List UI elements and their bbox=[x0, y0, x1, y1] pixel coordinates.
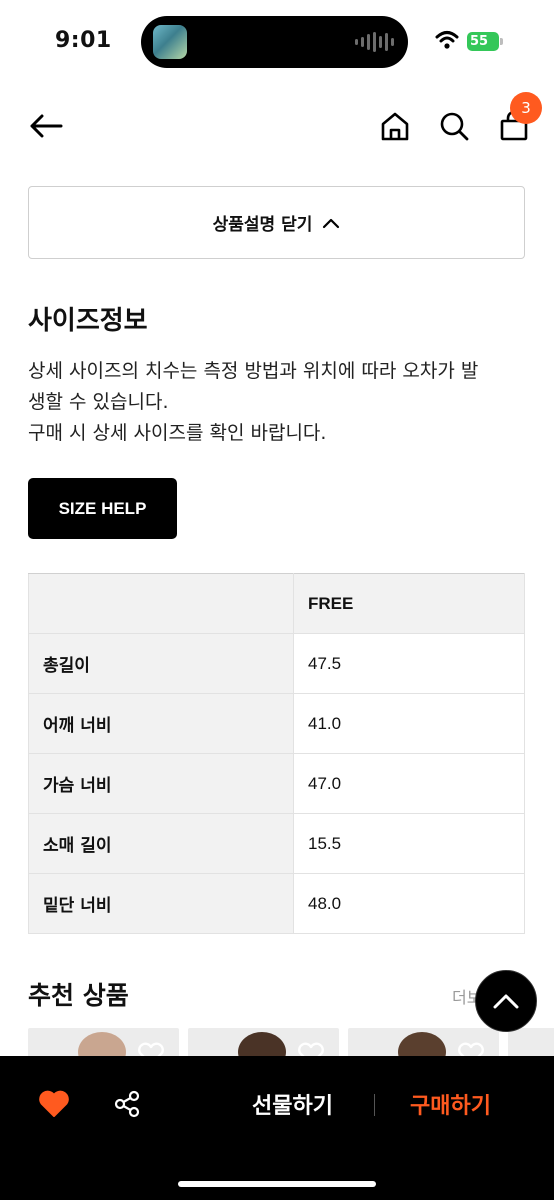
now-playing-thumbnail bbox=[153, 25, 187, 59]
scroll-to-top-button[interactable] bbox=[475, 970, 537, 1032]
collapse-description-label: 상품설명 닫기 bbox=[212, 215, 313, 235]
size-info-description-line: 구매 시 상세 사이즈를 확인 바랍니다. bbox=[28, 422, 327, 444]
table-row-value: 47.5 bbox=[293, 633, 525, 694]
chevron-up-icon bbox=[493, 994, 519, 1009]
heart-outline-icon[interactable] bbox=[137, 1042, 165, 1056]
home-icon bbox=[381, 112, 409, 141]
recommended-title: 추천 상품 bbox=[28, 981, 129, 1010]
product-card[interactable] bbox=[188, 1028, 339, 1056]
table-row: 가슴 너비 47.0 bbox=[28, 753, 525, 814]
size-info-description-line: 생할 수 있습니다. bbox=[28, 391, 169, 413]
table-row: 밑단 너비 48.0 bbox=[28, 873, 525, 934]
table-row-value: 48.0 bbox=[293, 873, 525, 934]
table-corner-cell bbox=[28, 573, 294, 634]
product-card[interactable] bbox=[348, 1028, 499, 1056]
dynamic-island[interactable] bbox=[141, 16, 408, 68]
status-time: 9:01 bbox=[55, 28, 112, 53]
table-row: 소매 길이 15.5 bbox=[28, 813, 525, 874]
cart-count-badge: 3 bbox=[510, 92, 542, 124]
home-indicator bbox=[178, 1181, 376, 1187]
table-row-label: 총길이 bbox=[28, 633, 294, 694]
table-row-value: 47.0 bbox=[293, 753, 525, 814]
table-row: 총길이 47.5 bbox=[28, 633, 525, 694]
product-image bbox=[78, 1032, 126, 1056]
table-row-label: 가슴 너비 bbox=[28, 753, 294, 814]
search-icon bbox=[440, 112, 469, 141]
search-button[interactable] bbox=[435, 106, 473, 146]
back-button[interactable] bbox=[26, 106, 66, 146]
table-row-label: 어깨 너비 bbox=[28, 693, 294, 754]
table-row-value: 41.0 bbox=[293, 693, 525, 754]
back-arrow-icon bbox=[30, 114, 63, 138]
gift-button[interactable]: 선물하기 bbox=[252, 1088, 333, 1120]
size-info-title: 사이즈정보 bbox=[28, 306, 148, 336]
battery-icon: 55 bbox=[467, 32, 499, 51]
heart-outline-icon[interactable] bbox=[297, 1042, 325, 1056]
buy-button[interactable]: 구매하기 bbox=[410, 1088, 491, 1120]
share-button[interactable] bbox=[109, 1086, 145, 1122]
battery-cap bbox=[500, 38, 503, 45]
table-column-header: FREE bbox=[293, 573, 525, 634]
home-button[interactable] bbox=[376, 106, 414, 146]
product-image bbox=[238, 1032, 286, 1056]
table-row-label: 밑단 너비 bbox=[28, 873, 294, 934]
top-navigation bbox=[0, 96, 554, 156]
size-info-description-line: 상세 사이즈의 치수는 측정 방법과 위치에 따라 오차가 발 bbox=[28, 360, 479, 382]
heart-outline-icon[interactable] bbox=[457, 1042, 485, 1056]
product-card[interactable] bbox=[28, 1028, 179, 1056]
chevron-up-icon bbox=[323, 218, 340, 228]
wishlist-button[interactable] bbox=[36, 1086, 72, 1122]
size-info-description: 상세 사이즈의 치수는 측정 방법과 위치에 따라 오차가 발 생할 수 있습니… bbox=[28, 356, 528, 449]
status-bar: 9:01 55 bbox=[0, 0, 554, 84]
heart-filled-icon bbox=[39, 1090, 69, 1117]
audio-waveform-icon bbox=[355, 32, 394, 52]
table-row-value: 15.5 bbox=[293, 813, 525, 874]
action-divider bbox=[374, 1094, 375, 1116]
collapse-description-button[interactable]: 상품설명 닫기 bbox=[28, 186, 525, 259]
product-card[interactable] bbox=[508, 1028, 554, 1056]
wifi-icon bbox=[435, 31, 459, 49]
size-help-button[interactable]: SIZE HELP bbox=[28, 478, 177, 539]
bottom-action-bar: 선물하기 구매하기 bbox=[0, 1056, 554, 1200]
table-row: 어깨 너비 41.0 bbox=[28, 693, 525, 754]
size-table: FREE 총길이 47.5 어깨 너비 41.0 가슴 너비 47.0 소매 길… bbox=[28, 573, 525, 934]
table-row-label: 소매 길이 bbox=[28, 813, 294, 874]
table-header-row: FREE bbox=[28, 573, 525, 634]
product-image bbox=[398, 1032, 446, 1056]
share-icon bbox=[114, 1090, 140, 1118]
recommended-product-list bbox=[28, 1028, 554, 1056]
